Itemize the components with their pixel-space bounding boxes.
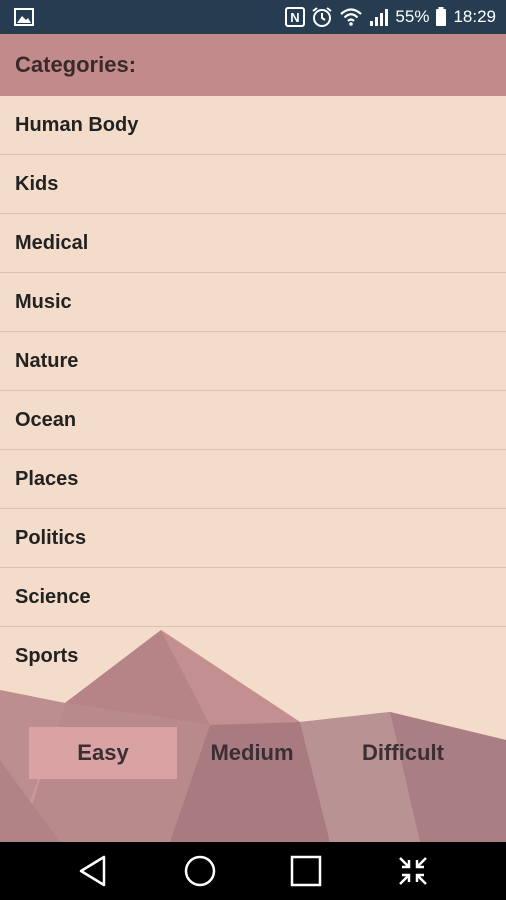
status-right: N 55% 18:29	[285, 6, 496, 28]
category-item-places[interactable]: Places	[0, 450, 506, 509]
home-button[interactable]	[170, 842, 230, 900]
recents-icon	[290, 855, 322, 887]
difficulty-label: Difficult	[362, 740, 444, 765]
home-icon	[183, 854, 217, 888]
category-label: Ocean	[15, 408, 77, 431]
battery-icon	[435, 7, 447, 27]
category-label: Politics	[15, 526, 87, 549]
difficulty-selector: Easy Medium Difficult	[0, 727, 506, 779]
collapse-icon	[397, 855, 429, 887]
categories-header: Categories:	[0, 34, 506, 96]
signal-icon	[369, 7, 389, 27]
clock: 18:29	[453, 7, 496, 26]
nfc-icon: N	[285, 7, 306, 27]
alarm-icon	[311, 6, 333, 28]
category-label: Kids	[15, 172, 59, 195]
category-item-medical[interactable]: Medical	[0, 214, 506, 273]
category-item-ocean[interactable]: Ocean	[0, 391, 506, 450]
recents-button[interactable]	[276, 842, 336, 900]
svg-text:N: N	[291, 10, 300, 25]
category-item-human-body[interactable]: Human Body	[0, 96, 506, 155]
difficulty-label: Medium	[210, 740, 294, 765]
category-list[interactable]: Human Body Kids Medical Music Nature Oce…	[0, 96, 506, 666]
category-label: Science	[15, 585, 91, 608]
category-label: Nature	[15, 349, 79, 372]
category-item-politics[interactable]: Politics	[0, 509, 506, 568]
status-left	[14, 8, 285, 26]
category-label: Places	[15, 467, 79, 490]
status-bar: N 55% 18:29	[0, 0, 506, 34]
difficulty-medium-button[interactable]: Medium	[178, 727, 326, 779]
category-item-nature[interactable]: Nature	[0, 332, 506, 391]
collapse-button[interactable]	[383, 842, 443, 900]
difficulty-difficult-button[interactable]: Difficult	[329, 727, 477, 779]
wifi-icon	[339, 7, 363, 27]
category-item-music[interactable]: Music	[0, 273, 506, 332]
category-item-science[interactable]: Science	[0, 568, 506, 627]
page-title: Categories:	[15, 52, 137, 77]
category-label: Human Body	[15, 113, 139, 136]
back-button[interactable]	[63, 842, 123, 900]
category-label: Medical	[15, 231, 89, 254]
difficulty-label: Easy	[77, 740, 129, 765]
category-label: Music	[15, 290, 72, 313]
battery-percent: 55%	[395, 7, 430, 26]
difficulty-easy-button[interactable]: Easy	[29, 727, 177, 779]
navigation-bar	[0, 842, 506, 900]
back-icon	[78, 855, 108, 887]
category-item-kids[interactable]: Kids	[0, 155, 506, 214]
image-icon	[14, 8, 34, 26]
